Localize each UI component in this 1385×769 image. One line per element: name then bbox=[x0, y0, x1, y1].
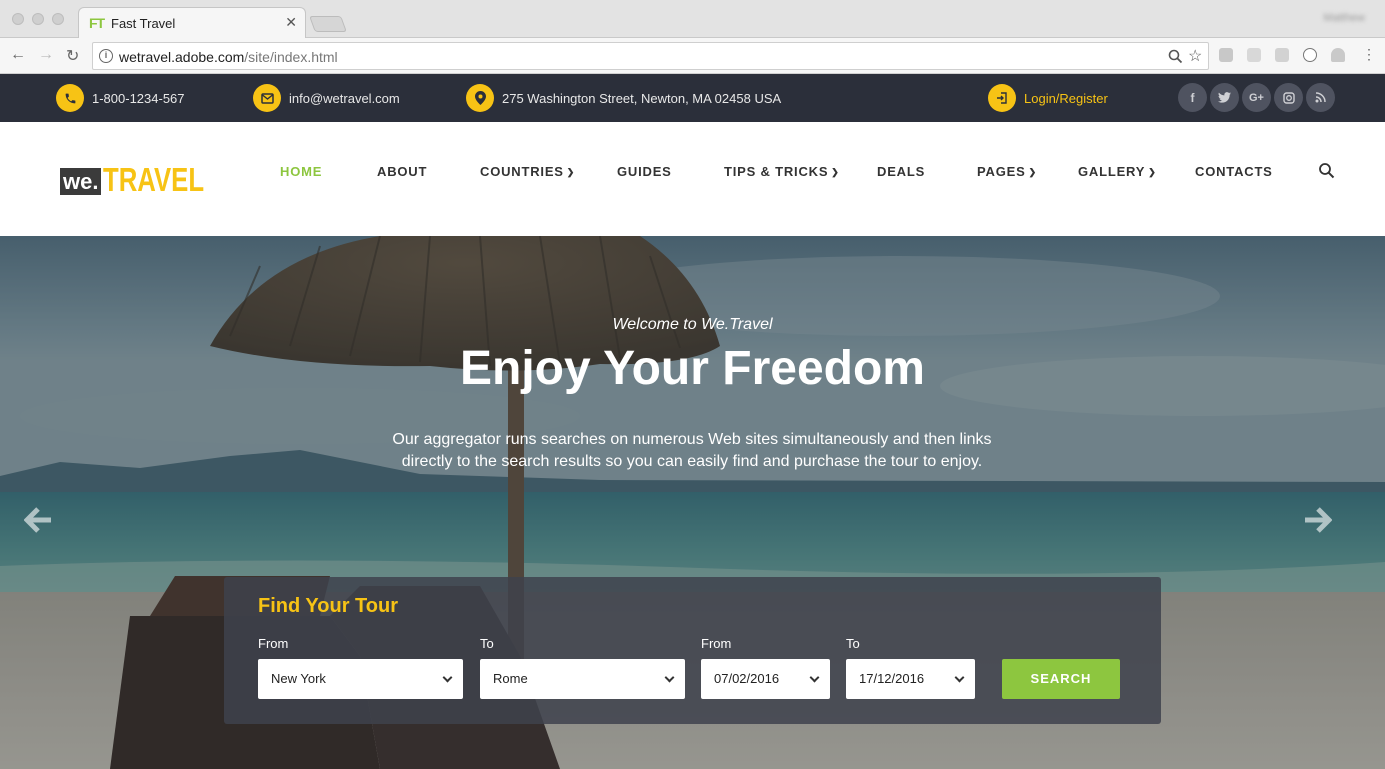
hero-slider: Welcome to We.Travel Enjoy Your Freedom … bbox=[0, 236, 1385, 769]
hero-headline: Enjoy Your Freedom bbox=[460, 342, 925, 395]
extension-icon[interactable] bbox=[1331, 48, 1345, 62]
street-address: 275 Washington Street, Newton, MA 02458 … bbox=[502, 90, 782, 106]
rss-icon[interactable] bbox=[1306, 83, 1335, 112]
chevron-down-icon: ❯ bbox=[831, 167, 840, 177]
nav-home[interactable]: HOME bbox=[280, 164, 322, 179]
find-tour-panel: Find Your Tour From New York To Rome Fro… bbox=[224, 577, 1161, 724]
nav-label: HOME bbox=[280, 164, 323, 179]
to-date-select[interactable]: 17/12/2016 bbox=[846, 659, 975, 699]
facebook-icon[interactable]: f bbox=[1178, 83, 1207, 112]
phone-number: 1-800-1234-567 bbox=[92, 90, 185, 106]
phone-contact[interactable]: 1-800-1234-567 bbox=[56, 84, 185, 112]
search-icon[interactable] bbox=[1318, 162, 1336, 180]
nav-label: ABOUT bbox=[377, 164, 428, 179]
chevron-down-icon bbox=[954, 672, 965, 683]
tab-favicon: FT bbox=[89, 15, 105, 31]
window-zoom-icon[interactable] bbox=[52, 13, 64, 25]
window-close-icon[interactable] bbox=[12, 13, 24, 25]
nav-deals[interactable]: DEALS bbox=[877, 164, 925, 179]
chevron-down-icon bbox=[664, 672, 675, 683]
slider-prev-arrow-icon[interactable] bbox=[23, 504, 52, 541]
nav-guides[interactable]: GUIDES bbox=[617, 164, 672, 179]
instagram-icon[interactable] bbox=[1274, 83, 1303, 112]
chevron-down-icon: ❯ bbox=[566, 167, 576, 177]
site-info-icon[interactable]: i bbox=[99, 49, 113, 63]
browser-window: FT Fast Travel ✕ Matthew ← → ↻ i wetrave… bbox=[0, 0, 1385, 769]
from-place-label: From bbox=[258, 636, 289, 651]
to-place-label: To bbox=[480, 636, 494, 651]
nav-gallery[interactable]: GALLERY ❯ bbox=[1078, 164, 1157, 179]
nav-label: GALLERY bbox=[1078, 164, 1146, 179]
nav-countries[interactable]: COUNTRIES ❯ bbox=[480, 164, 575, 179]
address-bar[interactable]: i wetravel.adobe.com/site/index.html ☆ bbox=[92, 42, 1209, 70]
from-place-select[interactable]: New York bbox=[258, 659, 463, 699]
from-date-value: 07/02/2016 bbox=[714, 671, 780, 686]
site-topbar: 1-800-1234-567 info@wetravel.com 275 Was… bbox=[0, 74, 1385, 122]
to-date-label: To bbox=[846, 636, 860, 651]
back-arrow-icon[interactable]: ← bbox=[10, 46, 26, 64]
from-date-select[interactable]: 07/02/2016 bbox=[701, 659, 830, 699]
to-place-value: Rome bbox=[493, 671, 528, 686]
map-pin-icon bbox=[466, 84, 494, 112]
nav-pages[interactable]: PAGES ❯ bbox=[977, 164, 1037, 179]
window-minimize-icon[interactable] bbox=[32, 13, 44, 25]
nav-label: CONTACTS bbox=[1195, 164, 1273, 179]
nav-label: COUNTRIES bbox=[480, 164, 564, 179]
from-date-label: From bbox=[701, 636, 732, 651]
email-contact[interactable]: info@wetravel.com bbox=[253, 84, 400, 112]
url-text[interactable]: wetravel.adobe.com/site/index.html bbox=[119, 49, 338, 65]
browser-tabstrip: FT Fast Travel ✕ Matthew bbox=[0, 0, 1385, 39]
profile-name[interactable]: Matthew bbox=[1323, 12, 1365, 24]
slider-next-arrow-icon[interactable] bbox=[1304, 504, 1333, 541]
chevron-down-icon: ❯ bbox=[1148, 167, 1157, 177]
nav-label: DEALS bbox=[877, 164, 926, 179]
bookmark-star-icon[interactable]: ☆ bbox=[1188, 46, 1202, 66]
nav-tips-tricks[interactable]: TIPS & TRICKS ❯ bbox=[724, 164, 840, 179]
hero-welcome: Welcome to We.Travel bbox=[612, 316, 773, 333]
reload-icon[interactable]: ↻ bbox=[66, 46, 79, 66]
site-header: we. TRAVEL HOME ABOUT COUNTRIES ❯ GUIDES … bbox=[0, 122, 1385, 236]
phone-icon bbox=[56, 84, 84, 112]
browser-toolbar: ← → ↻ i wetravel.adobe.com/site/index.ht… bbox=[0, 38, 1385, 74]
to-date-value: 17/12/2016 bbox=[859, 671, 925, 686]
tab-close-icon[interactable]: ✕ bbox=[285, 14, 297, 31]
address-contact: 275 Washington Street, Newton, MA 02458 … bbox=[466, 84, 781, 112]
twitter-icon[interactable] bbox=[1210, 83, 1239, 112]
search-tour-button[interactable]: SEARCH bbox=[1002, 659, 1120, 699]
chevron-down-icon: ❯ bbox=[1028, 167, 1037, 177]
nav-about[interactable]: ABOUT bbox=[377, 164, 427, 179]
login-register-label: Login/Register bbox=[1024, 90, 1108, 106]
mail-icon bbox=[253, 84, 281, 112]
logo-travel: TRAVEL bbox=[103, 161, 205, 198]
extension-icon[interactable] bbox=[1275, 48, 1289, 62]
to-place-select[interactable]: Rome bbox=[480, 659, 685, 699]
extension-icon[interactable] bbox=[1247, 48, 1261, 62]
nav-label: PAGES bbox=[977, 164, 1026, 179]
google-plus-icon[interactable]: G+ bbox=[1242, 83, 1271, 112]
browser-tab[interactable]: FT Fast Travel ✕ bbox=[78, 7, 306, 39]
find-tour-title: Find Your Tour bbox=[258, 595, 398, 617]
chevron-down-icon bbox=[809, 672, 820, 683]
login-icon bbox=[988, 84, 1016, 112]
extension-icon[interactable] bbox=[1303, 48, 1317, 62]
hero-lead: Our aggregator runs searches on numerous… bbox=[392, 431, 992, 470]
new-tab-button[interactable] bbox=[309, 16, 347, 32]
nav-label: TIPS & TRICKS bbox=[724, 164, 829, 179]
from-place-value: New York bbox=[271, 671, 326, 686]
browser-menu-icon[interactable]: ⋮ bbox=[1362, 46, 1376, 63]
chevron-down-icon bbox=[442, 672, 453, 683]
site-logo[interactable]: we. TRAVEL bbox=[60, 161, 233, 198]
url-host: wetravel.adobe.com bbox=[119, 49, 245, 65]
zoom-icon[interactable] bbox=[1168, 49, 1183, 64]
extension-icon[interactable] bbox=[1219, 48, 1233, 62]
nav-label: GUIDES bbox=[617, 164, 672, 179]
email-address: info@wetravel.com bbox=[289, 90, 400, 106]
forward-arrow-icon[interactable]: → bbox=[38, 46, 54, 64]
tab-title: Fast Travel bbox=[111, 16, 176, 31]
logo-we: we. bbox=[60, 168, 102, 195]
url-path: /site/index.html bbox=[244, 49, 338, 65]
nav-contacts[interactable]: CONTACTS bbox=[1195, 164, 1273, 179]
login-register-link[interactable]: Login/Register bbox=[988, 84, 1108, 112]
